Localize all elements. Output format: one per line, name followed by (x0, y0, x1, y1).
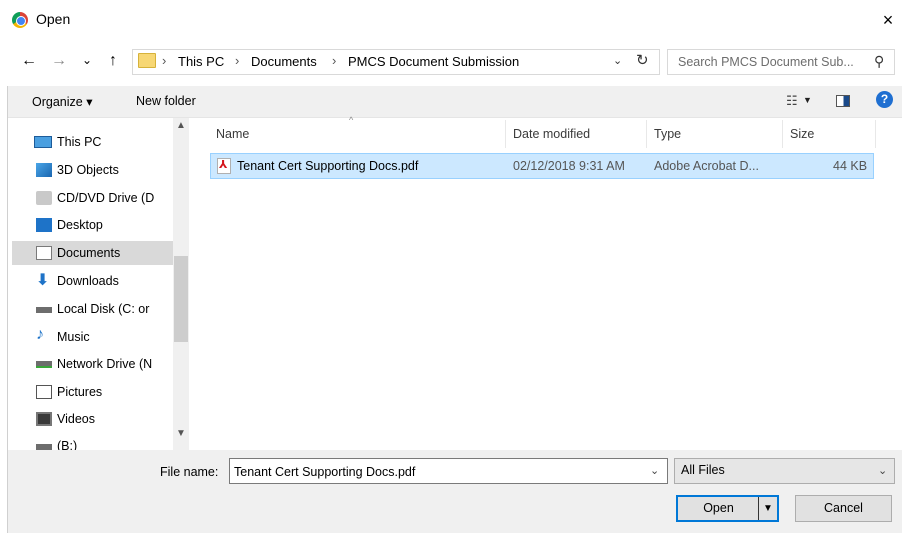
file-name-cell[interactable]: Tenant Cert Supporting Docs.pdf (237, 159, 418, 173)
column-header-size[interactable]: Size (790, 127, 814, 141)
sidebar-item-downloads[interactable]: ⬇ Downloads (12, 269, 176, 293)
chevron-down-icon[interactable]: ⌄ (613, 54, 622, 67)
sidebar-item-network-drive[interactable]: Network Drive (N (12, 352, 176, 376)
chrome-icon (12, 12, 28, 28)
back-button[interactable]: ← (20, 52, 38, 70)
sidebar-scroll-thumb[interactable] (174, 256, 188, 342)
sidebar-item-label: CD/DVD Drive (D (57, 191, 155, 205)
computer-icon (34, 136, 52, 148)
3d-objects-icon (36, 163, 52, 177)
sidebar-item-pictures[interactable]: Pictures (12, 380, 176, 404)
help-icon[interactable]: ? (876, 91, 893, 108)
sidebar-item-label: Pictures (57, 385, 103, 399)
up-button[interactable]: ↑ (104, 52, 122, 70)
videos-icon (36, 412, 52, 426)
pdf-icon (217, 158, 231, 174)
chevron-down-icon[interactable]: ⌄ (650, 464, 659, 477)
column-divider[interactable] (782, 120, 783, 148)
file-type-value[interactable]: All Files (681, 463, 725, 477)
sidebar-item-this-pc[interactable]: This PC (12, 130, 176, 154)
organize-button[interactable]: Organize ▾ (32, 94, 92, 109)
sidebar-item-local-disk[interactable]: Local Disk (C: or (12, 297, 176, 321)
breadcrumb-documents[interactable]: Documents (251, 54, 317, 69)
window-title: Open (36, 11, 71, 27)
sidebar-item-label: Local Disk (C: or (57, 302, 150, 316)
breadcrumb-pmcs-folder[interactable]: PMCS Document Submission (348, 54, 519, 69)
column-divider[interactable] (646, 120, 647, 148)
breadcrumb-separator: › (162, 53, 167, 68)
file-size-cell: 44 KB (833, 159, 868, 173)
cancel-button[interactable]: Cancel (795, 495, 892, 522)
breadcrumb-separator: › (332, 53, 337, 68)
forward-button[interactable]: → (50, 52, 68, 70)
sidebar-item-videos[interactable]: Videos (12, 407, 176, 431)
recent-locations-button[interactable]: ⌄ (78, 53, 96, 67)
sidebar-item-desktop[interactable]: Desktop (12, 213, 176, 237)
scroll-up-icon[interactable]: ▲ (176, 120, 186, 131)
scroll-down-icon[interactable]: ▼ (176, 428, 186, 439)
sidebar-item-documents[interactable]: Documents (12, 241, 176, 265)
sidebar-item-b-drive[interactable]: (B:) (12, 434, 176, 450)
sidebar-item-3d-objects[interactable]: 3D Objects (12, 158, 176, 182)
column-header-name[interactable]: Name (216, 127, 249, 141)
documents-icon (36, 246, 52, 260)
view-options-icon[interactable]: ☷ (786, 93, 798, 109)
breadcrumb-this-pc[interactable]: This PC (178, 54, 224, 69)
sidebar-item-label: Videos (57, 412, 95, 426)
sidebar-item-label: Network Drive (N (57, 357, 153, 371)
open-button-label: Open (703, 501, 734, 515)
sidebar-item-label: This PC (57, 135, 102, 149)
sidebar-item-label: Downloads (57, 274, 119, 288)
window-left-edge (0, 86, 8, 533)
sidebar-item-cd-drive[interactable]: CD/DVD Drive (D (12, 186, 176, 210)
cd-drive-icon (36, 191, 52, 205)
column-header-date[interactable]: Date modified (513, 127, 590, 141)
search-icon[interactable]: ⚲ (874, 53, 884, 70)
column-divider[interactable] (505, 120, 506, 148)
sidebar-item-label: 3D Objects (57, 163, 119, 177)
search-placeholder: Search PMCS Document Sub... (678, 55, 854, 69)
title-bar (0, 0, 902, 40)
breadcrumb-separator: › (235, 53, 240, 68)
downloads-icon: ⬇ (36, 272, 50, 289)
preview-pane-icon[interactable] (836, 95, 850, 107)
pictures-icon (36, 385, 52, 399)
sidebar-item-label: Music (57, 330, 90, 344)
column-header-type[interactable]: Type (654, 127, 681, 141)
close-button[interactable]: × (874, 6, 902, 34)
network-drive-icon (36, 361, 52, 368)
chevron-down-icon[interactable]: ⌄ (878, 464, 887, 477)
new-folder-button[interactable]: New folder (136, 94, 196, 108)
chevron-down-icon[interactable]: ▼ (803, 95, 812, 105)
sidebar-item-music[interactable]: ♪ Music (12, 325, 176, 349)
sidebar-item-label: Desktop (57, 218, 103, 232)
column-divider[interactable] (875, 120, 876, 148)
music-icon: ♪ (36, 326, 44, 343)
open-split-dropdown[interactable]: ▼ (758, 497, 777, 520)
file-type-cell: Adobe Acrobat D... (654, 159, 759, 173)
file-date-cell: 02/12/2018 9:31 AM (513, 159, 625, 173)
folder-icon (138, 53, 156, 68)
file-name-value[interactable]: Tenant Cert Supporting Docs.pdf (234, 465, 415, 479)
file-name-label: File name: (160, 465, 219, 479)
local-disk-icon (36, 307, 52, 313)
sidebar-item-label: Documents (57, 246, 121, 260)
sort-ascending-icon: ^ (349, 115, 354, 125)
sidebar-item-label: (B:) (57, 439, 78, 450)
desktop-icon (36, 218, 52, 232)
refresh-icon[interactable]: ↻ (636, 51, 649, 69)
